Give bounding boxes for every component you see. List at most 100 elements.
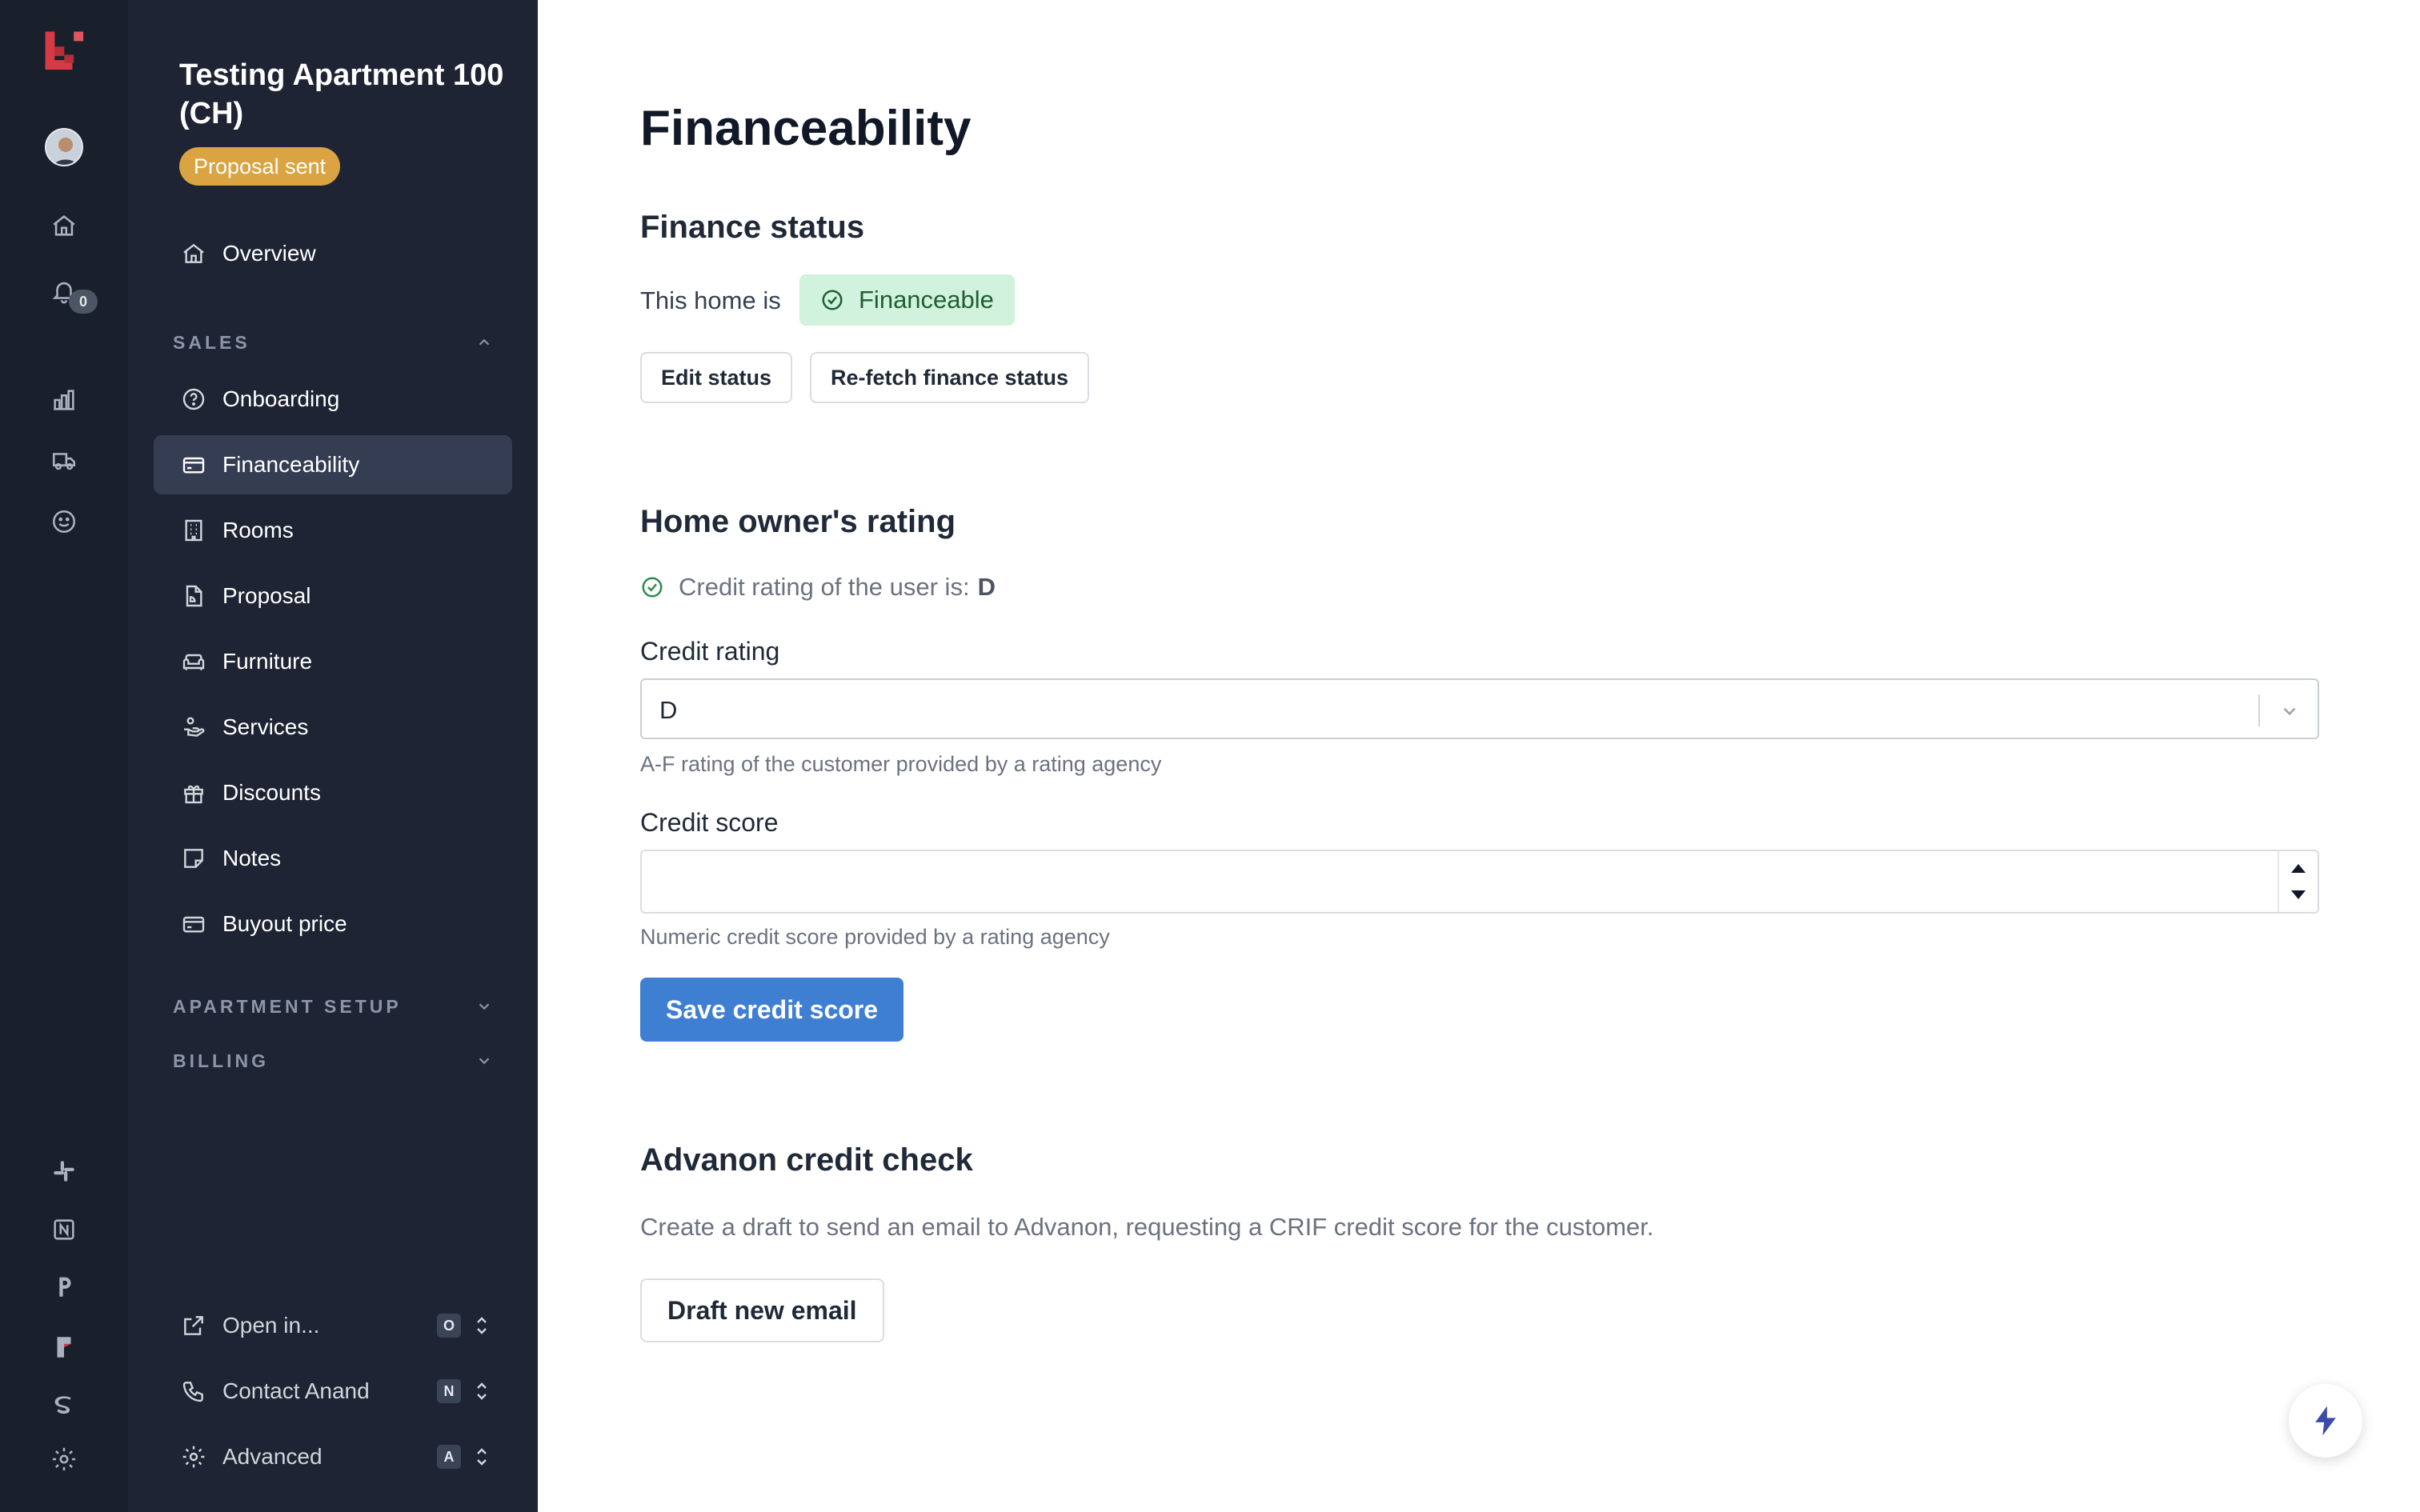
sidebar-item-label: Furniture (222, 649, 313, 674)
apartment-setup-section-header[interactable]: APARTMENT SETUP (173, 990, 509, 1022)
open-in-menu[interactable]: Open in... O (154, 1296, 512, 1355)
sidebar-item-label: Proposal (222, 583, 311, 608)
gear-icon (182, 1446, 205, 1468)
advanon-description: Create a draft to send an email to Advan… (640, 1213, 1654, 1241)
gift-icon (184, 785, 203, 804)
flag-app-icon[interactable] (40, 1323, 88, 1371)
sales-section-header[interactable]: SALES (173, 326, 509, 358)
shortcut-key: A (437, 1445, 461, 1469)
sidebar-item-overview[interactable]: Overview (154, 224, 512, 283)
sidebar-item-label: Onboarding (222, 386, 340, 411)
home-owner-rating-heading: Home owner's rating (640, 504, 956, 539)
smiley-icon[interactable] (40, 498, 88, 546)
section-label: SALES (173, 331, 250, 353)
sidebar-item-label: Overview (222, 241, 316, 266)
credit-score-label: Credit score (640, 808, 779, 837)
credit-rating-summary: Credit rating of the user is: D (640, 573, 996, 602)
finance-status-heading: Finance status (640, 210, 865, 245)
home-icon[interactable] (40, 202, 88, 250)
sidebar-item-discounts[interactable]: Discounts (154, 763, 512, 822)
service-hand-icon (184, 717, 205, 737)
sidebar-item-label: Rooms (222, 518, 294, 542)
home-icon (183, 243, 204, 263)
chevron-up-down-icon (477, 1448, 487, 1466)
chevron-up-icon (479, 338, 490, 346)
advanced-menu[interactable]: Advanced A (154, 1427, 512, 1486)
sofa-icon (182, 654, 205, 670)
contact-label: Contact Anand (222, 1378, 370, 1403)
advanon-credit-check-heading: Advanon credit check (640, 1142, 973, 1178)
lightning-bolt-icon (2315, 1406, 2336, 1436)
section-label: APARTMENT SETUP (173, 995, 402, 1017)
chevron-down-icon (479, 1058, 490, 1065)
sticky-note-icon (184, 849, 203, 868)
notification-count-badge: 0 (69, 290, 98, 314)
sidebar-item-label: Notes (222, 846, 282, 870)
chevron-up-down-icon (477, 1317, 487, 1334)
finance-status-prefix: This home is (640, 286, 781, 314)
sidebar-item-label: Discounts (222, 780, 321, 805)
truck-icon[interactable] (40, 437, 88, 485)
pipedrive-icon[interactable] (40, 1262, 88, 1310)
credit-rating-label: Credit rating (640, 637, 780, 666)
financeable-status-badge: Financeable (799, 274, 1015, 326)
select-separator (2258, 694, 2260, 726)
number-stepper[interactable] (2278, 851, 2318, 912)
shortcut-key: O (437, 1314, 461, 1338)
check-circle-icon (642, 577, 663, 598)
increment-arrow-icon[interactable] (2290, 861, 2307, 875)
phone-icon (182, 1382, 203, 1402)
sidebar-item-label: Buyout price (222, 911, 347, 936)
sidebar-item-buyout-price[interactable]: Buyout price (154, 894, 512, 954)
icon-rail: 0 (0, 0, 128, 1512)
shortcut-key: N (437, 1379, 461, 1403)
sidebar-item-onboarding[interactable]: Onboarding (154, 370, 512, 429)
chevron-up-down-icon (477, 1382, 487, 1400)
credit-card-icon (182, 916, 205, 933)
chevron-down-icon (479, 1003, 490, 1010)
sidebar-item-financeability[interactable]: Financeability (154, 435, 512, 494)
stripe-icon[interactable] (40, 1382, 88, 1430)
project-title: Testing Apartment 100 (CH) (179, 58, 504, 130)
user-avatar[interactable] (45, 128, 83, 166)
advanced-label: Advanced (222, 1444, 323, 1469)
contact-menu[interactable]: Contact Anand N (154, 1362, 512, 1421)
question-circle-icon (182, 388, 205, 410)
chart-bar-icon[interactable] (40, 376, 88, 424)
credit-score-input[interactable] (640, 850, 2319, 914)
brand-logo[interactable] (35, 24, 96, 80)
sidebar-item-notes[interactable]: Notes (154, 829, 512, 888)
settings-gear-icon[interactable] (40, 1435, 88, 1483)
external-link-icon (184, 1316, 203, 1335)
save-credit-score-button[interactable]: Save credit score (640, 978, 904, 1042)
main-content: Financeability Finance status This home … (538, 0, 2420, 1512)
credit-card-icon (182, 457, 205, 474)
billing-section-header[interactable]: BILLING (173, 1045, 509, 1077)
credit-rating-select[interactable]: D (640, 678, 2319, 739)
sidebar-item-services[interactable]: Services (154, 698, 512, 757)
sidebar-item-furniture[interactable]: Furniture (154, 632, 512, 691)
section-label: BILLING (173, 1050, 269, 1071)
credit-rating-help: A-F rating of the customer provided by a… (640, 752, 1162, 776)
document-chart-icon (186, 585, 202, 607)
credit-score-help: Numeric credit score provided by a ratin… (640, 925, 1110, 949)
sidebar-item-label: Services (222, 714, 309, 739)
building-icon (185, 519, 202, 542)
credit-rating-summary-value: D (977, 573, 996, 601)
draft-new-email-button[interactable]: Draft new email (640, 1278, 884, 1342)
credit-rating-summary-text: Credit rating of the user is: (679, 573, 970, 601)
sidebar-item-rooms[interactable]: Rooms (154, 501, 512, 560)
decrement-arrow-icon[interactable] (2290, 888, 2307, 902)
check-circle-icon (822, 290, 843, 310)
open-in-label: Open in... (222, 1313, 320, 1338)
refetch-finance-status-button[interactable]: Re-fetch finance status (810, 352, 1090, 403)
slack-icon[interactable] (40, 1147, 88, 1195)
notion-icon[interactable] (40, 1206, 88, 1254)
quick-actions-button[interactable] (2289, 1384, 2362, 1458)
chevron-down-icon[interactable] (2279, 701, 2300, 722)
edit-status-button[interactable]: Edit status (640, 352, 793, 403)
badge-label: Financeable (859, 286, 994, 314)
status-badge: Proposal sent (179, 147, 341, 186)
project-sidebar: Testing Apartment 100 (CH) Proposal sent… (128, 0, 538, 1512)
sidebar-item-proposal[interactable]: Proposal (154, 566, 512, 626)
